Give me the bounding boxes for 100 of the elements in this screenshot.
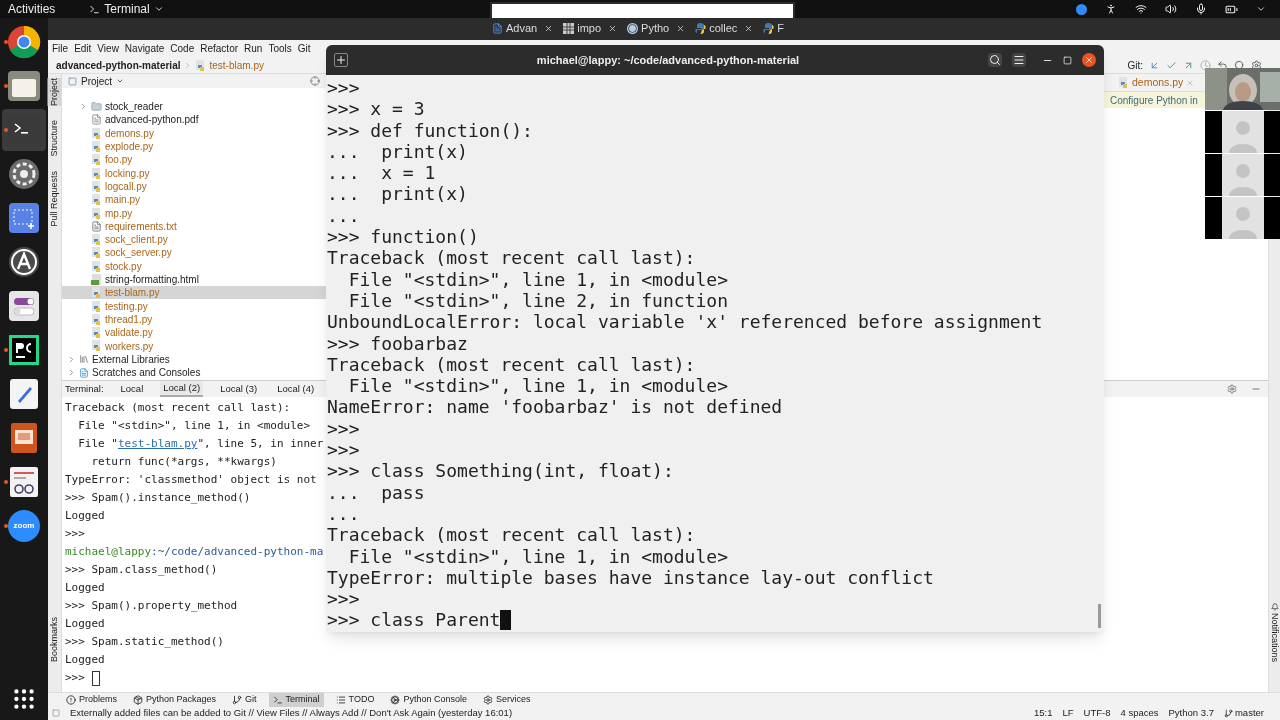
tree-item[interactable]: Scratches and Consoles: [62, 365, 326, 380]
browser-tab[interactable]: Advan: [492, 19, 554, 37]
status-item[interactable]: 4 spaces: [1120, 705, 1159, 720]
status-item[interactable]: LF: [1062, 705, 1074, 720]
video-call-indicator-icon[interactable]: [1076, 3, 1087, 15]
wifi-icon[interactable]: [1135, 3, 1147, 15]
menu-item[interactable]: File: [52, 41, 69, 56]
tool-tab[interactable]: Services: [479, 692, 535, 707]
status-message[interactable]: Externally added files can be added to Git // View Files // Always Add // Don't Ask Again (yesterday 16:01): [70, 705, 513, 720]
browser-tab[interactable]: collec: [695, 19, 754, 37]
ide-logo-icon[interactable]: [9, 335, 39, 365]
notifications-icon[interactable]: [1270, 602, 1279, 611]
tree-item[interactable]: stock.py: [62, 259, 326, 273]
menu-item[interactable]: Refactor: [200, 41, 239, 56]
tool-window-tab[interactable]: Structure: [47, 120, 62, 157]
tree-item[interactable]: demons.py: [62, 126, 326, 140]
app-store-icon[interactable]: [8, 246, 40, 278]
panel-title[interactable]: Project: [81, 73, 113, 89]
session-tab[interactable]: Local (3): [217, 381, 261, 397]
status-item[interactable]: 15:1: [1034, 705, 1053, 720]
menu-item[interactable]: Tools: [268, 41, 292, 56]
undo-icon[interactable]: [1217, 59, 1228, 71]
tree-item[interactable]: mp.py: [62, 206, 326, 220]
caret-icon[interactable]: [116, 77, 125, 85]
breadcrumb-file[interactable]: test-blam.py: [209, 57, 264, 73]
menu-item[interactable]: Edit: [74, 41, 92, 56]
tree-item[interactable]: advanced-python.pdf: [62, 113, 326, 127]
menu-item[interactable]: Git: [297, 41, 311, 56]
volume-icon[interactable]: [1165, 3, 1177, 15]
document-viewer-icon[interactable]: [10, 467, 38, 497]
folder-icon[interactable]: [8, 71, 40, 101]
close-icon[interactable]: [676, 23, 686, 33]
settings-icon[interactable]: [8, 158, 40, 190]
status-item[interactable]: UTF-8: [1083, 705, 1111, 720]
breadcrumb-project[interactable]: advanced-python-material: [56, 57, 181, 73]
html-file-icon: [91, 274, 102, 285]
text-editor-icon[interactable]: [10, 379, 38, 409]
command-input[interactable]: >>> class Parent: [327, 609, 501, 631]
tree-item[interactable]: requirements.txt: [62, 219, 326, 233]
close-icon[interactable]: [1082, 53, 1096, 67]
activities-button[interactable]: Activities: [8, 0, 56, 18]
tool-tab[interactable]: TODO: [331, 692, 379, 707]
app-grid-icon[interactable]: [11, 686, 37, 712]
tool-window-tab[interactable]: Project: [47, 78, 62, 106]
tool-tab[interactable]: Terminal: [268, 692, 324, 707]
tree-item[interactable]: validate.py: [62, 326, 326, 340]
tree-item[interactable]: locking.py: [62, 166, 326, 180]
menu-item[interactable]: Run: [244, 41, 263, 56]
close-icon[interactable]: [608, 23, 618, 33]
menu-icon[interactable]: [1012, 53, 1026, 67]
branch-widget[interactable]: master: [1223, 705, 1264, 720]
tree-item[interactable]: foo.py: [62, 153, 326, 167]
tree-item[interactable]: sock_client.py: [62, 232, 326, 247]
session-tab[interactable]: Local: [117, 381, 147, 397]
search-icon[interactable]: [988, 53, 1002, 67]
tree-item[interactable]: main.py: [62, 193, 326, 207]
screenshot-icon[interactable]: [9, 203, 39, 233]
terminal-line: Logged: [65, 652, 105, 668]
tool-window-tab[interactable]: Notifications: [1267, 612, 1280, 662]
terminal-line: >>>: [327, 77, 360, 99]
tree-item[interactable]: thread1.py: [62, 312, 326, 327]
editor-tab[interactable]: demons.py: [1114, 74, 1199, 91]
tree-item[interactable]: External Libraries: [62, 352, 326, 366]
app-menu[interactable]: Terminal: [89, 0, 164, 18]
tool-tab[interactable]: Git: [228, 692, 261, 707]
session-tab[interactable]: Local (4): [274, 381, 318, 397]
history-icon[interactable]: [1200, 59, 1211, 71]
scrollbar-thumb[interactable]: [1098, 604, 1101, 628]
session-tab[interactable]: Local (2): [160, 381, 204, 397]
locate-icon[interactable]: [310, 76, 320, 86]
tree-item[interactable]: string-formatting.html: [62, 272, 326, 287]
tool-window-tab[interactable]: Pull Requests: [47, 170, 62, 227]
browser-tab[interactable]: impo: [563, 19, 618, 37]
address-field[interactable]: [492, 4, 793, 18]
maximize-icon[interactable]: [1063, 55, 1072, 65]
browser-tab[interactable]: Pytho: [627, 19, 686, 37]
menu-item[interactable]: View: [97, 41, 119, 56]
menu-item[interactable]: Navigate: [124, 41, 165, 56]
tree-item[interactable]: stock_reader: [62, 100, 326, 114]
new-tab-icon[interactable]: [334, 53, 348, 67]
browser-tab[interactable]: F: [763, 19, 785, 37]
tool-tab[interactable]: Python Console: [386, 692, 471, 707]
tool-tab[interactable]: Problems: [62, 692, 121, 707]
tree-item[interactable]: explode.py: [62, 139, 326, 154]
caret-icon[interactable]: [1256, 4, 1266, 14]
toggles-icon[interactable]: [9, 291, 39, 321]
microphone-icon[interactable]: [1195, 3, 1207, 15]
tree-item[interactable]: testing.py: [62, 299, 326, 313]
file-link[interactable]: test-blam.py: [118, 435, 198, 453]
close-icon[interactable]: [744, 23, 754, 33]
close-icon[interactable]: [544, 23, 554, 33]
status-item[interactable]: Python 3.7: [1168, 705, 1214, 720]
commit-icon[interactable]: [1166, 59, 1177, 71]
tree-item[interactable]: logcall.py: [62, 179, 326, 194]
accessibility-icon[interactable]: [1105, 3, 1117, 15]
menu-item[interactable]: Code: [170, 41, 195, 56]
tool-window-tab[interactable]: Bookmarks: [47, 617, 62, 662]
tool-tab[interactable]: Python Packages: [129, 692, 221, 707]
tree-item[interactable]: sock_server.py: [62, 246, 326, 260]
tree-item[interactable]: workers.py: [62, 339, 326, 353]
